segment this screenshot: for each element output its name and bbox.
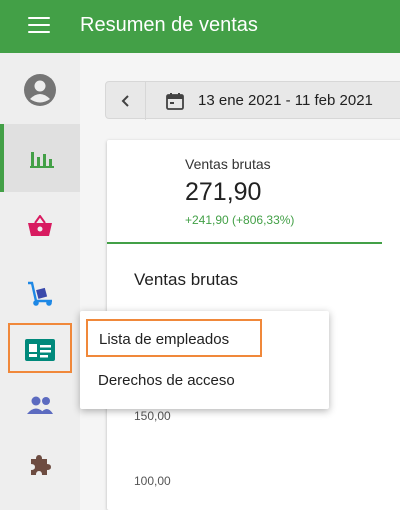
- chevron-left-icon: [121, 95, 129, 107]
- basket-icon: [28, 215, 52, 236]
- menu-item-employee-list[interactable]: Lista de empleados: [86, 319, 262, 357]
- top-app-bar: Resumen de ventas: [0, 0, 400, 53]
- people-icon: [27, 396, 53, 414]
- sidebar-item-customers[interactable]: [0, 371, 80, 439]
- date-range-text: 13 ene 2021 - 11 feb 2021: [198, 92, 373, 109]
- calendar-icon: [166, 93, 184, 110]
- bar-chart-icon: [30, 152, 54, 168]
- date-range-filter[interactable]: 13 ene 2021 - 11 feb 2021: [105, 81, 400, 120]
- sidebar-item-sales[interactable]: [0, 124, 80, 192]
- menu-item-access-rights[interactable]: Derechos de acceso: [98, 372, 235, 389]
- sidebar: [0, 53, 80, 510]
- previous-period-button[interactable]: [106, 82, 146, 120]
- metric-delta: +241,90 (+806,33%): [185, 213, 295, 227]
- sidebar-item-extensions[interactable]: [0, 431, 80, 499]
- metric-value: 271,90: [185, 178, 262, 206]
- page-title: Resumen de ventas: [80, 14, 258, 36]
- y-axis-tick-label: 100,00: [134, 474, 171, 488]
- metric-label: Ventas brutas: [185, 156, 271, 172]
- sidebar-item-account[interactable]: [0, 56, 80, 124]
- sidebar-item-basket[interactable]: [0, 192, 80, 260]
- hamburger-menu-icon[interactable]: [28, 17, 50, 35]
- hand-truck-icon: [28, 281, 52, 306]
- chart-title: Ventas brutas: [134, 270, 238, 289]
- employees-submenu: Lista de empleados Derechos de acceso: [80, 311, 329, 409]
- y-axis-tick-label: 150,00: [134, 409, 171, 423]
- puzzle-icon: [31, 455, 51, 475]
- highlight-frame: [8, 323, 72, 373]
- account-icon: [24, 74, 56, 106]
- metric-selected-indicator: [107, 242, 382, 244]
